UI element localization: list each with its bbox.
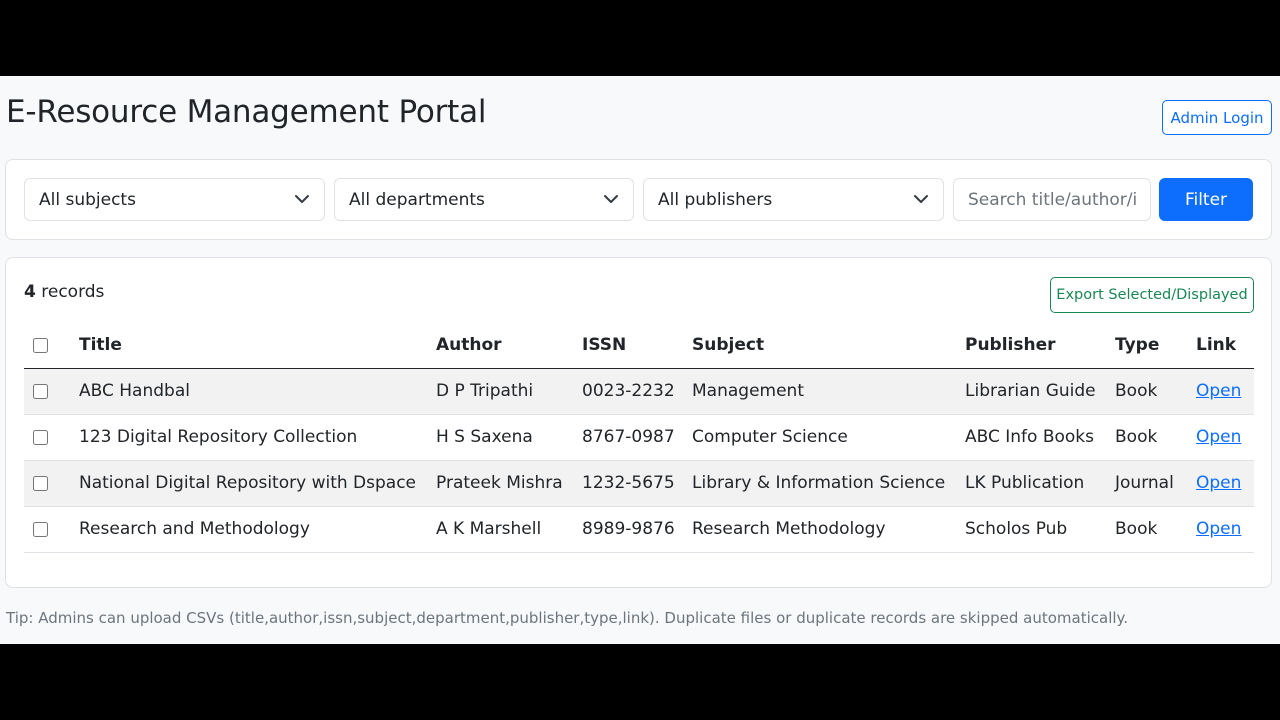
table-row: ABC Handbal D P Tripathi 0023-2232 Manag… [24, 368, 1254, 415]
header-subject: Subject [692, 323, 965, 369]
cell-link: Open [1196, 460, 1254, 507]
header-author: Author [436, 323, 582, 369]
cell-issn: 0023-2232 [582, 368, 692, 415]
cell-author: D P Tripathi [436, 368, 582, 415]
cell-type: Book [1115, 506, 1196, 553]
filter-button[interactable]: Filter [1159, 178, 1253, 221]
tip-text: Tip: Admins can upload CSVs (title,autho… [6, 609, 1129, 627]
cell-publisher: ABC Info Books [965, 414, 1115, 461]
records-count-number: 4 [24, 282, 36, 302]
cell-author: A K Marshell [436, 506, 582, 553]
open-link[interactable]: Open [1196, 519, 1241, 539]
header-title: Title [79, 323, 436, 369]
publisher-select[interactable]: All publishers [643, 178, 944, 221]
select-all-checkbox[interactable] [33, 337, 48, 353]
row-checkbox[interactable] [33, 521, 48, 537]
department-select-value: All departments [349, 189, 485, 210]
cell-title: 123 Digital Repository Collection [79, 414, 436, 461]
open-link[interactable]: Open [1196, 427, 1241, 447]
row-checkbox[interactable] [33, 383, 48, 399]
cell-link: Open [1196, 414, 1254, 461]
records-count-label: records [35, 282, 105, 302]
cell-author: Prateek Mishra [436, 460, 582, 507]
cell-issn: 8989-9876 [582, 506, 692, 553]
table-row: Research and Methodology A K Marshell 89… [24, 506, 1254, 553]
cell-title: ABC Handbal [79, 368, 436, 415]
subject-select-value: All subjects [39, 189, 136, 210]
search-input[interactable] [953, 178, 1151, 221]
cell-issn: 8767-0987 [582, 414, 692, 461]
cell-publisher: LK Publication [965, 460, 1115, 507]
open-link[interactable]: Open [1196, 381, 1241, 401]
cell-issn: 1232-5675 [582, 460, 692, 507]
chevron-down-icon [295, 195, 309, 203]
cell-link: Open [1196, 506, 1254, 553]
chevron-down-icon [914, 195, 928, 203]
cell-subject: Library & Information Science [692, 460, 965, 507]
cell-link: Open [1196, 368, 1254, 415]
records-table: Title Author ISSN Subject Publisher Type… [24, 323, 1254, 553]
export-button[interactable]: Export Selected/Displayed [1050, 277, 1254, 313]
records-count: 4 records [24, 282, 104, 302]
header-select-cell [24, 323, 79, 369]
filter-card: All subjects All departments All publish… [5, 159, 1272, 240]
header-issn: ISSN [582, 323, 692, 369]
cell-type: Book [1115, 414, 1196, 461]
publisher-select-value: All publishers [658, 189, 773, 210]
row-select-cell [24, 460, 79, 507]
admin-login-button[interactable]: Admin Login [1162, 100, 1272, 135]
cell-subject: Computer Science [692, 414, 965, 461]
cell-publisher: Scholos Pub [965, 506, 1115, 553]
row-select-cell [24, 414, 79, 461]
header-publisher: Publisher [965, 323, 1115, 369]
cell-author: H S Saxena [436, 414, 582, 461]
row-checkbox[interactable] [33, 429, 48, 445]
table-row: 123 Digital Repository Collection H S Sa… [24, 414, 1254, 461]
page-title: E-Resource Management Portal [6, 94, 487, 130]
cell-type: Book [1115, 368, 1196, 415]
chevron-down-icon [604, 195, 618, 203]
row-select-cell [24, 506, 79, 553]
row-select-cell [24, 368, 79, 415]
open-link[interactable]: Open [1196, 473, 1241, 493]
records-card: 4 records Export Selected/Displayed Titl… [5, 257, 1272, 588]
row-checkbox[interactable] [33, 475, 48, 491]
cell-title: Research and Methodology [79, 506, 436, 553]
table-header-row: Title Author ISSN Subject Publisher Type… [24, 323, 1254, 369]
cell-type: Journal [1115, 460, 1196, 507]
header-link: Link [1196, 323, 1254, 369]
cell-publisher: Librarian Guide [965, 368, 1115, 415]
header-type: Type [1115, 323, 1196, 369]
page-container: E-Resource Management Portal Admin Login… [0, 76, 1280, 644]
cell-subject: Management [692, 368, 965, 415]
cell-subject: Research Methodology [692, 506, 965, 553]
table-row: National Digital Repository with Dspace … [24, 460, 1254, 507]
cell-title: National Digital Repository with Dspace [79, 460, 436, 507]
department-select[interactable]: All departments [334, 178, 634, 221]
subject-select[interactable]: All subjects [24, 178, 325, 221]
